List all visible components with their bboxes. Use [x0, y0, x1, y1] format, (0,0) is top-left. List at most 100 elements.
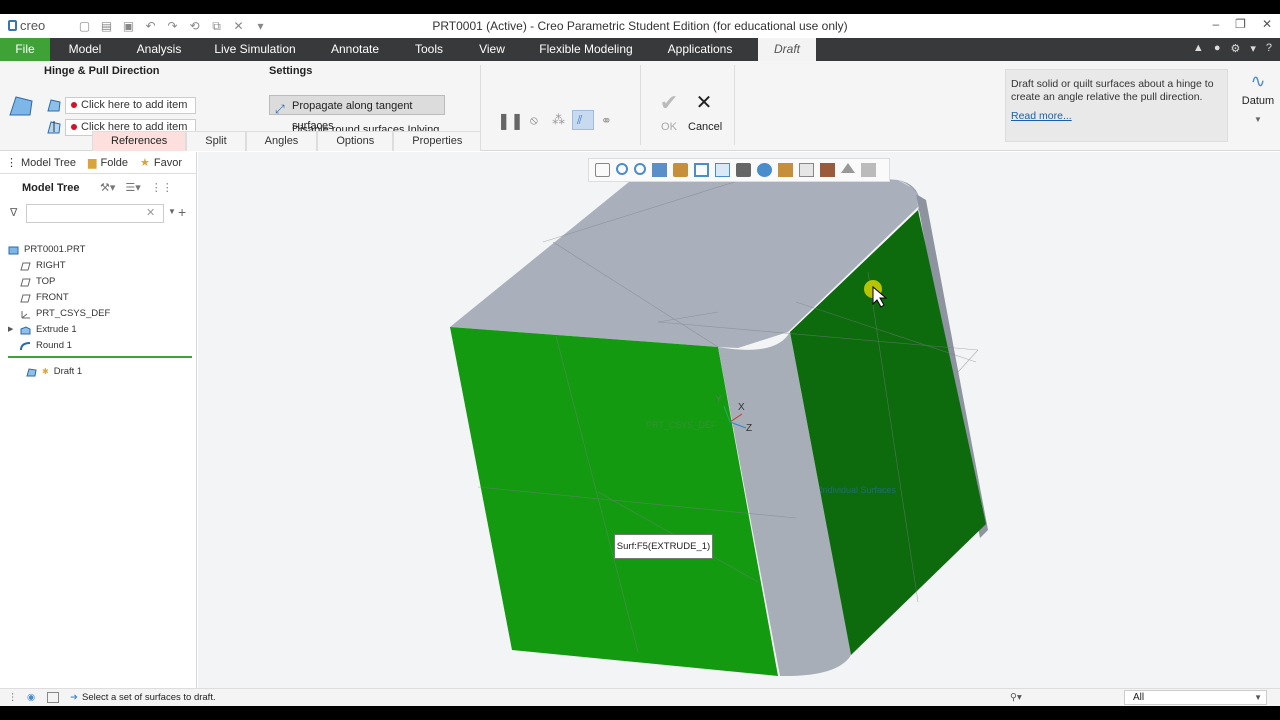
tree-node-part[interactable]: PRT0001.PRT	[8, 242, 192, 258]
top-letterbox	[0, 0, 1280, 14]
repaint-icon[interactable]	[652, 163, 667, 177]
tree-node-extrude[interactable]: ▶ Extrude 1	[8, 322, 192, 338]
clear-search-icon[interactable]: ✕	[146, 206, 155, 219]
tree-search: ∇ ✕ ▼ +	[8, 204, 188, 224]
close-icon[interactable]: ✕	[1262, 17, 1272, 31]
surface-tooltip: Surf:F5(EXTRUDE_1)	[614, 534, 713, 559]
tree-node-draft[interactable]: ✱ Draft 1	[26, 364, 82, 380]
more-icon[interactable]	[861, 163, 876, 177]
tab-folder-browser[interactable]: ▆ Folde	[82, 152, 134, 173]
menu-live-simulation[interactable]: Live Simulation	[208, 38, 302, 61]
navigator-tabs: ⋮ Model Tree ▆ Folde ★ Favor	[0, 152, 197, 174]
view-manager-icon[interactable]	[715, 163, 730, 177]
tree-node-front[interactable]: FRONT	[8, 290, 192, 306]
no-preview-icon[interactable]: ⦸	[530, 113, 538, 128]
menu-applications[interactable]: Applications	[658, 38, 742, 61]
selection-filter[interactable]: All ▼	[1124, 690, 1267, 705]
creo-window: creo ▢ ▤ ▣ ↶ ↷ ⟲ ⧉ ✕ ▾ PRT0001 (Active) …	[0, 14, 1280, 706]
pull-direction-icon	[47, 121, 61, 134]
insert-here-marker[interactable]	[8, 356, 192, 358]
restore-icon[interactable]: ❐	[1235, 17, 1246, 31]
menu-flexible-modeling[interactable]: Flexible Modeling	[532, 38, 640, 61]
user-icon[interactable]: ●	[1214, 42, 1221, 55]
datum-icon: ∿	[1250, 71, 1266, 91]
x-icon: ✕	[695, 92, 713, 114]
detached-preview-icon: ⫽	[577, 113, 583, 127]
datum-plane-icon	[20, 294, 31, 302]
tab-favorites[interactable]: ★ Favor	[134, 152, 188, 173]
tree-node-right[interactable]: RIGHT	[8, 258, 192, 274]
datum-display-icon[interactable]	[778, 163, 793, 177]
tab-split[interactable]: Split	[186, 131, 246, 151]
detached-preview-button[interactable]	[572, 110, 594, 130]
menu-annotate[interactable]: Annotate	[322, 38, 388, 61]
filter-icon: ∇	[10, 207, 18, 219]
status-bar: ⋮ ◉ ➜ Select a set of surfaces to draft.…	[0, 688, 1280, 706]
add-filter-icon[interactable]: +	[178, 204, 186, 220]
axis-y-label: Y	[716, 395, 722, 404]
browser-toggle-icon[interactable]: ◉	[27, 692, 39, 703]
model-tree-icon: ⋮	[6, 157, 17, 169]
tree-filter-icon[interactable]: ⋮⋮	[151, 181, 173, 194]
tree-search-input[interactable]	[26, 204, 164, 223]
tab-references[interactable]: References	[92, 131, 187, 151]
appearance-icon[interactable]	[841, 163, 855, 173]
attached-preview-icon[interactable]: ⁂	[552, 112, 565, 128]
message-arrow-icon: ➜	[70, 692, 78, 703]
menu-view[interactable]: View	[470, 38, 514, 61]
minimize-icon[interactable]: –	[1212, 17, 1219, 31]
collapse-ribbon-icon[interactable]: ▲	[1193, 42, 1204, 55]
find-binoculars-icon[interactable]: ⚲▾	[1010, 692, 1034, 703]
pause-icon[interactable]: ❚❚	[497, 111, 524, 131]
tree-node-round[interactable]: Round 1	[8, 338, 192, 354]
zoom-in-icon[interactable]	[616, 163, 628, 175]
propagate-tangent-toggle[interactable]: ⤢ Propagate along tangent surfaces	[269, 95, 445, 132]
tab-angles[interactable]: Angles	[245, 131, 318, 151]
hinge-collector[interactable]: Click here to add item	[65, 97, 196, 114]
menu-draft-tab[interactable]: Draft	[758, 38, 816, 61]
help-icon[interactable]: ?	[1266, 42, 1272, 55]
ribbon-divider	[640, 65, 641, 145]
menu-model[interactable]: Model	[58, 38, 112, 61]
saved-orientations-icon[interactable]	[694, 163, 709, 177]
settings-group-title: Settings	[269, 65, 313, 77]
tab-properties[interactable]: Properties	[393, 131, 482, 151]
round-icon	[20, 341, 31, 350]
graphics-window[interactable]: X Z Y PRT_CSYS_DEF Individual Surfaces S…	[198, 152, 1280, 688]
propagate-icon: ⤢	[275, 102, 285, 116]
check-icon: ✔	[659, 90, 679, 115]
favorites-icon: ★	[140, 157, 150, 169]
help-text: Draft solid or quilt surfaces about a hi…	[1011, 78, 1214, 103]
annotation-display-icon[interactable]	[820, 163, 835, 177]
draft-dashboard: Hinge & Pull Direction Click here to add…	[0, 61, 1280, 151]
status-message: Select a set of surfaces to draft.	[82, 692, 216, 703]
perspective-icon[interactable]	[757, 163, 772, 177]
refit-icon[interactable]	[595, 163, 610, 177]
read-more-link[interactable]: Read more...	[1011, 110, 1222, 123]
cancel-button[interactable]: ✕ Cancel	[688, 91, 722, 133]
search-dropdown-icon[interactable]: ▼	[168, 207, 176, 216]
file-menu[interactable]: File	[0, 38, 50, 61]
ok-button[interactable]: ✔ OK	[656, 90, 682, 134]
bottom-letterbox	[0, 706, 1280, 720]
menu-tools[interactable]: Tools	[406, 38, 452, 61]
tab-options[interactable]: Options	[317, 131, 394, 151]
spin-center-icon[interactable]	[799, 163, 814, 177]
tab-model-tree[interactable]: ⋮ Model Tree	[0, 152, 83, 173]
reorient-icon[interactable]	[673, 163, 688, 177]
dropdown-icon[interactable]: ▾	[1250, 42, 1256, 55]
navigator-toggle-icon[interactable]: ⋮	[8, 692, 20, 703]
datum-button[interactable]: ∿ Datum ▼	[1240, 69, 1276, 124]
expand-arrow-icon[interactable]: ▶	[8, 322, 15, 338]
display-style-icon[interactable]	[736, 163, 751, 177]
datum-dropdown-icon[interactable]: ▼	[1240, 115, 1276, 124]
settings-icon[interactable]: ⚙	[1230, 42, 1240, 55]
menu-analysis[interactable]: Analysis	[128, 38, 190, 61]
zoom-out-icon[interactable]	[634, 163, 646, 175]
tree-columns-icon[interactable]: ☰▾	[125, 181, 140, 194]
tree-node-csys[interactable]: PRT_CSYS_DEF	[8, 306, 192, 322]
tree-node-top[interactable]: TOP	[8, 274, 192, 290]
tree-settings-icon[interactable]: ⚒▾	[100, 181, 115, 194]
verify-glasses-icon[interactable]: ⚭	[601, 113, 612, 129]
fullscreen-icon[interactable]	[47, 692, 59, 703]
